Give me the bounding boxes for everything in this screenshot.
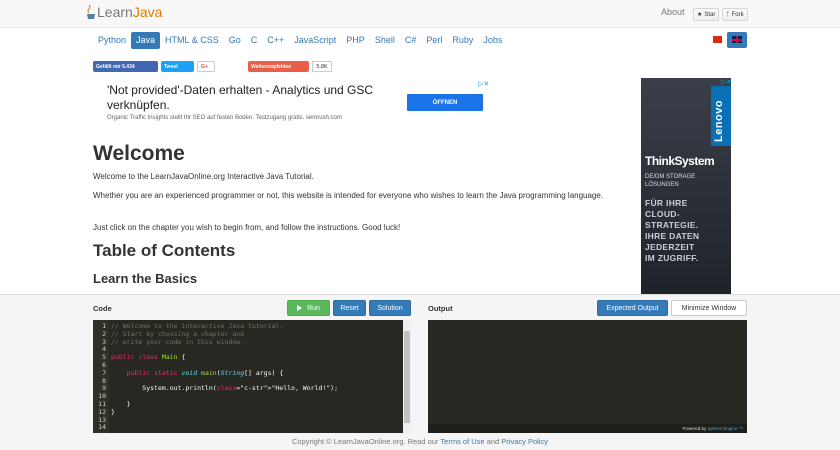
google-plus-button[interactable]: G+	[197, 61, 215, 72]
logo-learn-text: Learn	[97, 4, 133, 20]
xing-share-button[interactable]: Weiterempfehlen	[248, 61, 309, 72]
code-text: // write your code in this window.	[111, 337, 245, 346]
uk-flag-icon	[732, 36, 742, 43]
slogan-line-1: FÜR IHRE	[645, 198, 688, 208]
lang-tab-shell[interactable]: Shell	[370, 32, 400, 49]
powered-by: Powered by Sphere Engine ™	[428, 424, 747, 433]
github-star-button[interactable]: ★ Star	[693, 8, 719, 21]
fork-label: Fork	[731, 11, 744, 18]
code-text: System.out.println(class="c-str">"Hello,…	[111, 384, 338, 393]
banner-ad[interactable]: 'Not provided'-Daten erhalten - Analytic…	[93, 78, 500, 128]
star-label: Star	[704, 11, 716, 18]
output-window	[428, 320, 747, 433]
code-label: Code	[93, 304, 112, 313]
code-text: public static void main(String[] args) {	[126, 368, 284, 377]
fork-icon: ᛉ	[726, 11, 730, 18]
slogan-line-6: IM ZUGRIFF.	[645, 253, 699, 263]
ad-description: Organic Traffic Insights stellt Ihr SEO …	[107, 115, 342, 121]
line-number: 14	[98, 423, 106, 432]
github-icon: ★	[697, 12, 703, 18]
run-button[interactable]: Run	[287, 300, 330, 316]
description-paragraph: Whether you are an experienced programme…	[93, 191, 604, 200]
code-text: public class Main {	[111, 353, 186, 362]
product-subtitle: DE/DM STORAGE LÖSUNGEN	[645, 173, 695, 189]
editor-scrollbar-thumb[interactable]	[404, 331, 410, 423]
top-navbar: Learn Java About ★ Star ᛉ Fork	[0, 0, 840, 28]
code-text: }	[111, 407, 115, 416]
ad-slogan: FÜR IHRE CLOUD- STRATEGIE. IHRE DATEN JE…	[645, 198, 699, 264]
facebook-like-button[interactable]: Gefällt mir 5.434	[93, 61, 158, 72]
lang-tab-c[interactable]: C	[246, 32, 263, 49]
page-title: Welcome	[93, 142, 185, 165]
english-language-button[interactable]	[727, 32, 747, 48]
slogan-line-4: IHRE DATEN	[645, 231, 700, 241]
lang-tab-c[interactable]: C#	[400, 32, 422, 49]
logo-java-text: Java	[132, 4, 163, 20]
instructions-paragraph: Just click on the chapter you wish to be…	[93, 223, 401, 232]
solution-button[interactable]: Solution	[369, 300, 411, 316]
lang-tab-python[interactable]: Python	[93, 32, 131, 49]
terms-of-use-link[interactable]: Terms of Use	[440, 437, 484, 446]
minimize-window-button[interactable]: Minimize Window	[671, 300, 747, 316]
toc-heading: Table of Contents	[93, 241, 236, 260]
language-nav: Python Java HTML & CSS Go C C++ JavaScript PHP S…	[93, 32, 507, 49]
expected-output-button[interactable]: Expected Output	[597, 300, 668, 316]
slogan-line-5: JEDERZEIT	[645, 242, 695, 252]
output-label: Output	[428, 304, 453, 313]
privacy-policy-link[interactable]: Privacy Policy	[501, 437, 548, 446]
ad-headline[interactable]: 'Not provided'-Daten erhalten - Analytic…	[107, 83, 407, 113]
lang-tab-java[interactable]: Java	[131, 32, 161, 49]
product-name: ThinkSystem	[645, 154, 715, 168]
run-label: Run	[307, 304, 320, 312]
code-editor[interactable]: 1// Welcome to the interactive Java tuto…	[93, 320, 411, 433]
intro-paragraph: Welcome to the LearnJavaOnline.org Inter…	[93, 172, 314, 181]
site-logo[interactable]: Learn Java	[86, 4, 162, 20]
product-sub-line-1: DE/DM STORAGE	[645, 174, 696, 180]
sphere-engine-link[interactable]: Sphere Engine ™	[707, 426, 743, 431]
ad-open-button[interactable]: ÖFFNEN	[407, 94, 483, 111]
play-icon	[297, 305, 303, 311]
about-link[interactable]: About	[661, 7, 685, 17]
powered-by-text: Powered by	[682, 426, 707, 431]
lang-tab-html-css[interactable]: HTML & CSS	[160, 32, 224, 49]
learn-basics-heading: Learn the Basics	[93, 271, 198, 286]
lang-tab-ruby[interactable]: Ruby	[447, 32, 478, 49]
reset-button[interactable]: Reset	[333, 300, 366, 316]
chinese-flag-icon[interactable]	[713, 36, 722, 43]
lang-tab-javascript[interactable]: JavaScript	[289, 32, 341, 49]
ad-choices-icon[interactable]: ▷✕	[721, 78, 731, 86]
lang-tab-c[interactable]: C++	[262, 32, 289, 49]
copyright-text: Copyright © LearnJavaOnline.org. Read ou…	[292, 437, 439, 446]
ad-choices-icon[interactable]: ▷✕	[478, 80, 489, 88]
lang-tab-go[interactable]: Go	[224, 32, 246, 49]
github-fork-button[interactable]: ᛉ Fork	[722, 8, 748, 21]
lenovo-brand-text: Lenovo	[713, 99, 725, 142]
lang-tab-jobs[interactable]: Jobs	[478, 32, 507, 49]
slogan-line-3: STRATEGIE.	[645, 220, 699, 230]
footer-and-text: and	[486, 437, 500, 446]
footer: Copyright © LearnJavaOnline.org. Read ou…	[0, 437, 840, 446]
product-sub-line-2: LÖSUNGEN	[645, 182, 679, 188]
lang-tab-perl[interactable]: Perl	[421, 32, 447, 49]
xing-share-count: 5.8K	[312, 61, 332, 72]
coffee-cup-icon	[86, 4, 96, 20]
lang-tab-php[interactable]: PHP	[341, 32, 370, 49]
side-ad[interactable]: ▷✕ Lenovo ThinkSystem DE/DM STORAGE LÖSU…	[641, 78, 731, 294]
slogan-line-2: CLOUD-	[645, 209, 680, 219]
tweet-button[interactable]: Tweet	[161, 61, 194, 72]
